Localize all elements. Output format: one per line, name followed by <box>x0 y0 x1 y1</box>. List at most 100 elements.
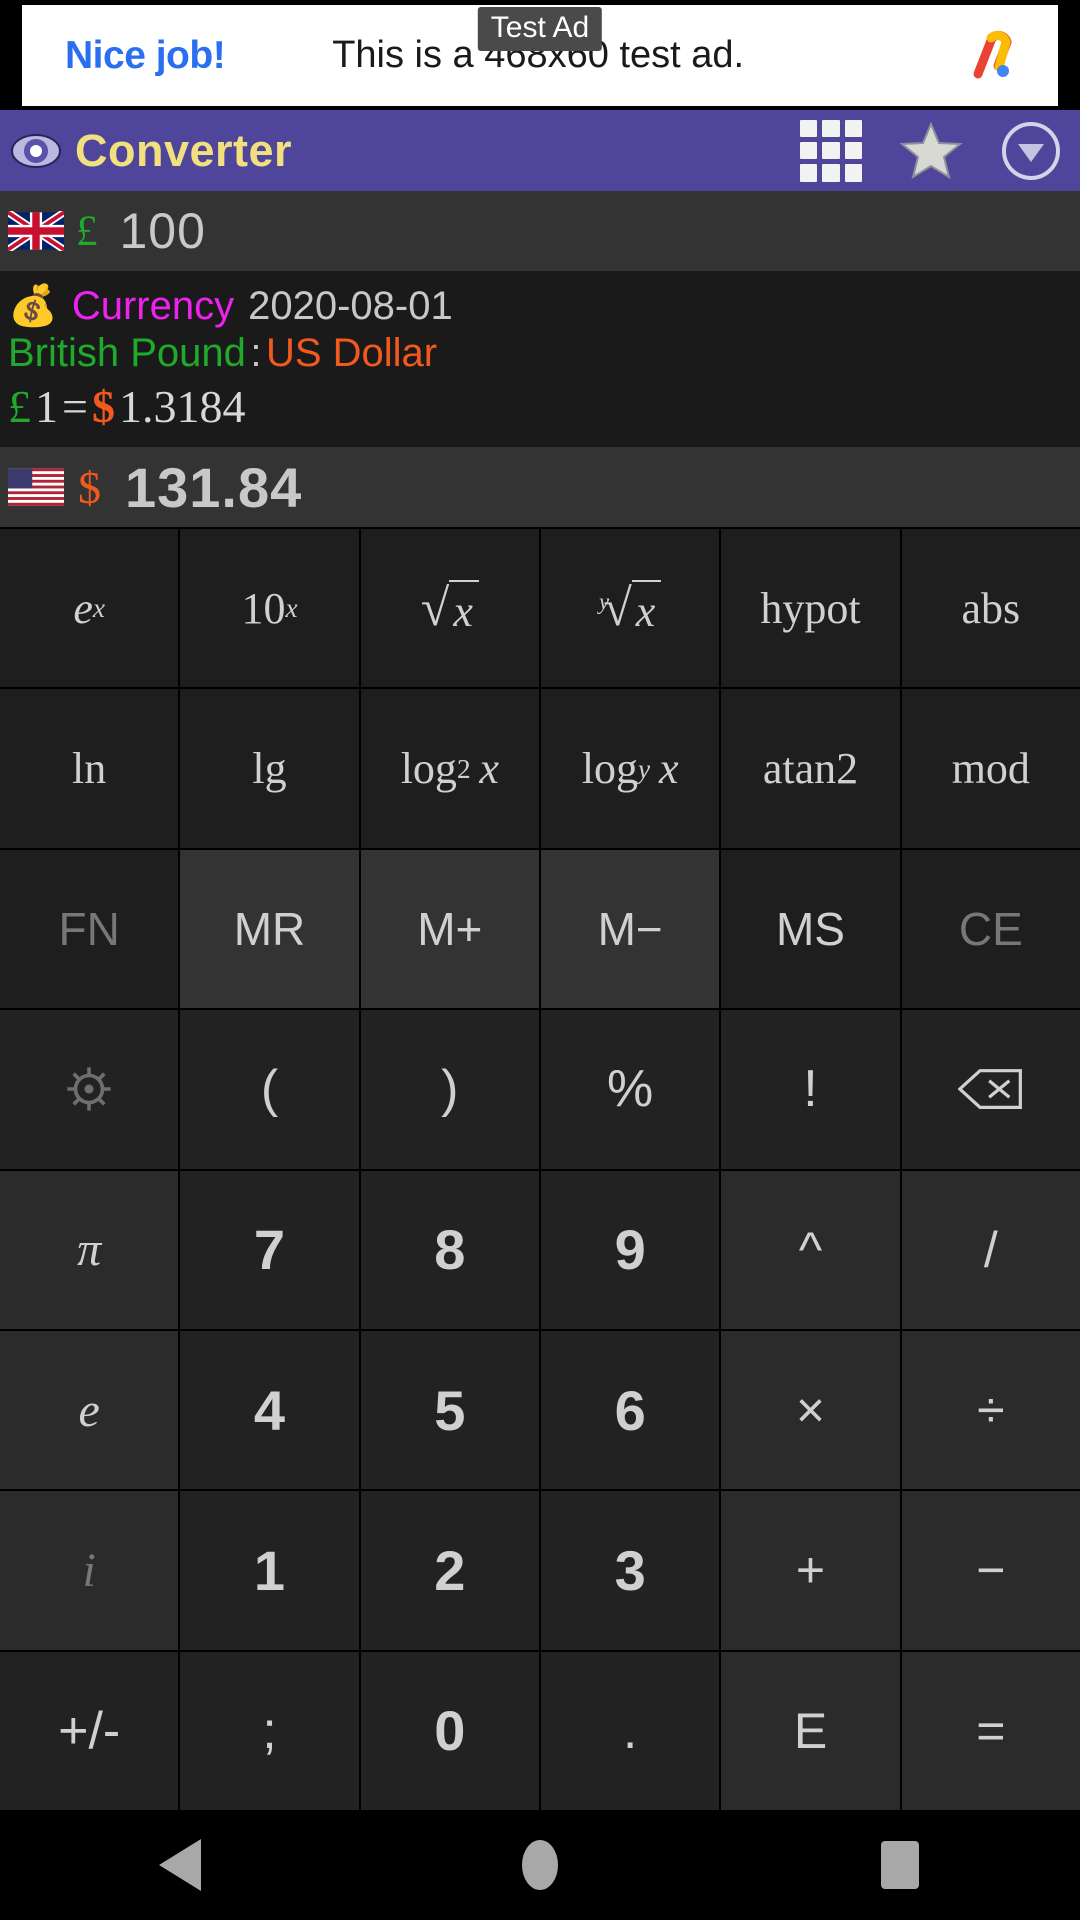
key-nth-root-x[interactable]: y √ x <box>540 529 720 688</box>
key-fn[interactable]: FN <box>0 849 179 1009</box>
key-ce-label: CE <box>958 902 1023 955</box>
key-sqrt-x[interactable]: √ x <box>360 529 539 688</box>
key-ce[interactable]: CE <box>901 849 1080 1009</box>
key-ms[interactable]: MS <box>721 849 900 1009</box>
key-digit-4-label: 4 <box>253 1378 286 1442</box>
result-amount-row[interactable]: $ 131.84 <box>0 447 1080 527</box>
key-lg[interactable]: lg <box>180 689 359 848</box>
key-10-pow-x[interactable]: 10 x <box>180 529 359 688</box>
key-abs-label: abs <box>961 583 1021 633</box>
key-log2x[interactable]: log 2 x <box>360 689 539 848</box>
key-minus[interactable]: − <box>901 1491 1080 1650</box>
key-plus[interactable]: + <box>721 1491 900 1650</box>
key-lg-label: lg <box>252 744 287 794</box>
key-digit-6[interactable]: 6 <box>540 1330 720 1490</box>
key-paren-close[interactable]: ) <box>360 1010 539 1169</box>
ad-container: Nice job! This is a 468x60 test ad. Test… <box>0 0 1080 110</box>
key-imaginary-i[interactable]: i <box>0 1491 179 1650</box>
star-icon[interactable] <box>898 118 964 184</box>
result-amount-value: 131.84 <box>125 455 303 519</box>
to-currency-name: US Dollar <box>265 331 438 375</box>
android-navigation-bar <box>0 1810 1080 1920</box>
key-sign-toggle-label: +/- <box>58 1701 121 1760</box>
key-divide[interactable]: ÷ <box>901 1330 1080 1490</box>
key-ln-label: ln <box>72 744 107 794</box>
key-backspace[interactable] <box>901 1010 1080 1169</box>
key-slash[interactable]: / <box>901 1170 1080 1329</box>
eye-icon[interactable] <box>10 125 62 177</box>
rate-from-symbol: £ <box>8 381 31 432</box>
key-ln[interactable]: ln <box>0 689 179 848</box>
key-equals[interactable]: = <box>901 1651 1080 1810</box>
grid-icon[interactable] <box>800 119 862 182</box>
nav-home-button[interactable] <box>465 1810 615 1920</box>
key-paren-open-label: ( <box>260 1060 279 1119</box>
key-m-plus[interactable]: M+ <box>360 849 539 1009</box>
key-pi[interactable]: π <box>0 1170 179 1329</box>
key-atan2-label: atan2 <box>762 744 859 794</box>
key-m-plus-label: M+ <box>417 902 483 955</box>
key-mr[interactable]: MR <box>180 849 359 1009</box>
key-hypot[interactable]: hypot <box>721 529 900 688</box>
key-digit-9[interactable]: 9 <box>540 1170 720 1329</box>
key-digit-4[interactable]: 4 <box>180 1330 359 1490</box>
currency-pair-line: British Pound : US Dollar <box>0 331 1080 376</box>
us-flag-icon <box>8 468 64 506</box>
key-decimal[interactable]: . <box>540 1651 720 1810</box>
key-equals-label: = <box>976 1702 1006 1759</box>
key-ms-label: MS <box>775 902 845 955</box>
key-sign-toggle[interactable]: +/- <box>0 1651 179 1810</box>
key-paren-open[interactable]: ( <box>180 1010 359 1169</box>
uk-flag-icon <box>8 211 64 251</box>
ad-cta-text: Nice job! <box>65 33 226 77</box>
key-logyx[interactable]: log y x <box>540 689 720 848</box>
key-divide-label: ÷ <box>977 1382 1005 1439</box>
key-factorial-label: ! <box>803 1060 818 1119</box>
chevron-down-circle-icon[interactable] <box>1000 120 1062 182</box>
key-digit-7[interactable]: 7 <box>180 1170 359 1329</box>
input-currency-symbol: £ <box>76 207 98 255</box>
key-digit-2[interactable]: 2 <box>360 1491 539 1650</box>
input-amount-row[interactable]: £ 100 <box>0 191 1080 271</box>
conversion-info: 💰 Currency 2020-08-01 British Pound : US… <box>0 271 1080 447</box>
key-m-minus-label: M− <box>597 902 663 955</box>
exchange-rate-line: £ 1 = $ 1.3184 <box>0 380 1080 433</box>
key-factorial[interactable]: ! <box>721 1010 900 1169</box>
key-digit-5-label: 5 <box>434 1378 466 1442</box>
key-digit-8[interactable]: 8 <box>360 1170 539 1329</box>
key-percent[interactable]: % <box>540 1010 720 1169</box>
key-atan2[interactable]: atan2 <box>721 689 900 848</box>
key-mod[interactable]: mod <box>901 689 1080 848</box>
app-bar-actions <box>800 110 1062 191</box>
key-m-minus[interactable]: M− <box>540 849 720 1009</box>
key-settings[interactable] <box>0 1010 179 1169</box>
currency-category-line: 💰 Currency 2020-08-01 <box>0 284 1080 329</box>
key-digit-3[interactable]: 3 <box>540 1491 720 1650</box>
category-label: Currency <box>71 284 235 328</box>
key-exponent-E[interactable]: E <box>721 1651 900 1810</box>
admob-logo-icon <box>973 30 1012 78</box>
key-digit-2-label: 2 <box>434 1538 466 1602</box>
key-mr-label: MR <box>233 902 306 955</box>
key-abs[interactable]: abs <box>901 529 1080 688</box>
key-exponent-E-label: E <box>793 1702 828 1759</box>
nav-recents-button[interactable] <box>825 1810 975 1920</box>
key-semicolon[interactable]: ; <box>180 1651 359 1810</box>
key-digit-6-label: 6 <box>614 1378 646 1442</box>
rate-date: 2020-08-01 <box>248 284 453 328</box>
input-amount-value[interactable]: 100 <box>120 202 206 260</box>
key-digit-0[interactable]: 0 <box>360 1651 539 1810</box>
rate-equals-sign: = <box>62 381 88 432</box>
back-icon <box>159 1839 201 1891</box>
key-e-pow-x[interactable]: ex <box>0 529 179 688</box>
key-digit-9-label: 9 <box>614 1218 646 1282</box>
key-digit-5[interactable]: 5 <box>360 1330 539 1490</box>
key-euler-e[interactable]: e <box>0 1330 179 1490</box>
nav-back-button[interactable] <box>105 1810 255 1920</box>
app-root: Nice job! This is a 468x60 test ad. Test… <box>0 0 1080 1920</box>
key-power[interactable]: ^ <box>721 1170 900 1329</box>
key-digit-1[interactable]: 1 <box>180 1491 359 1650</box>
recents-icon <box>881 1841 919 1889</box>
rate-to-amount: 1.3184 <box>118 381 246 432</box>
key-multiply[interactable]: × <box>721 1330 900 1490</box>
